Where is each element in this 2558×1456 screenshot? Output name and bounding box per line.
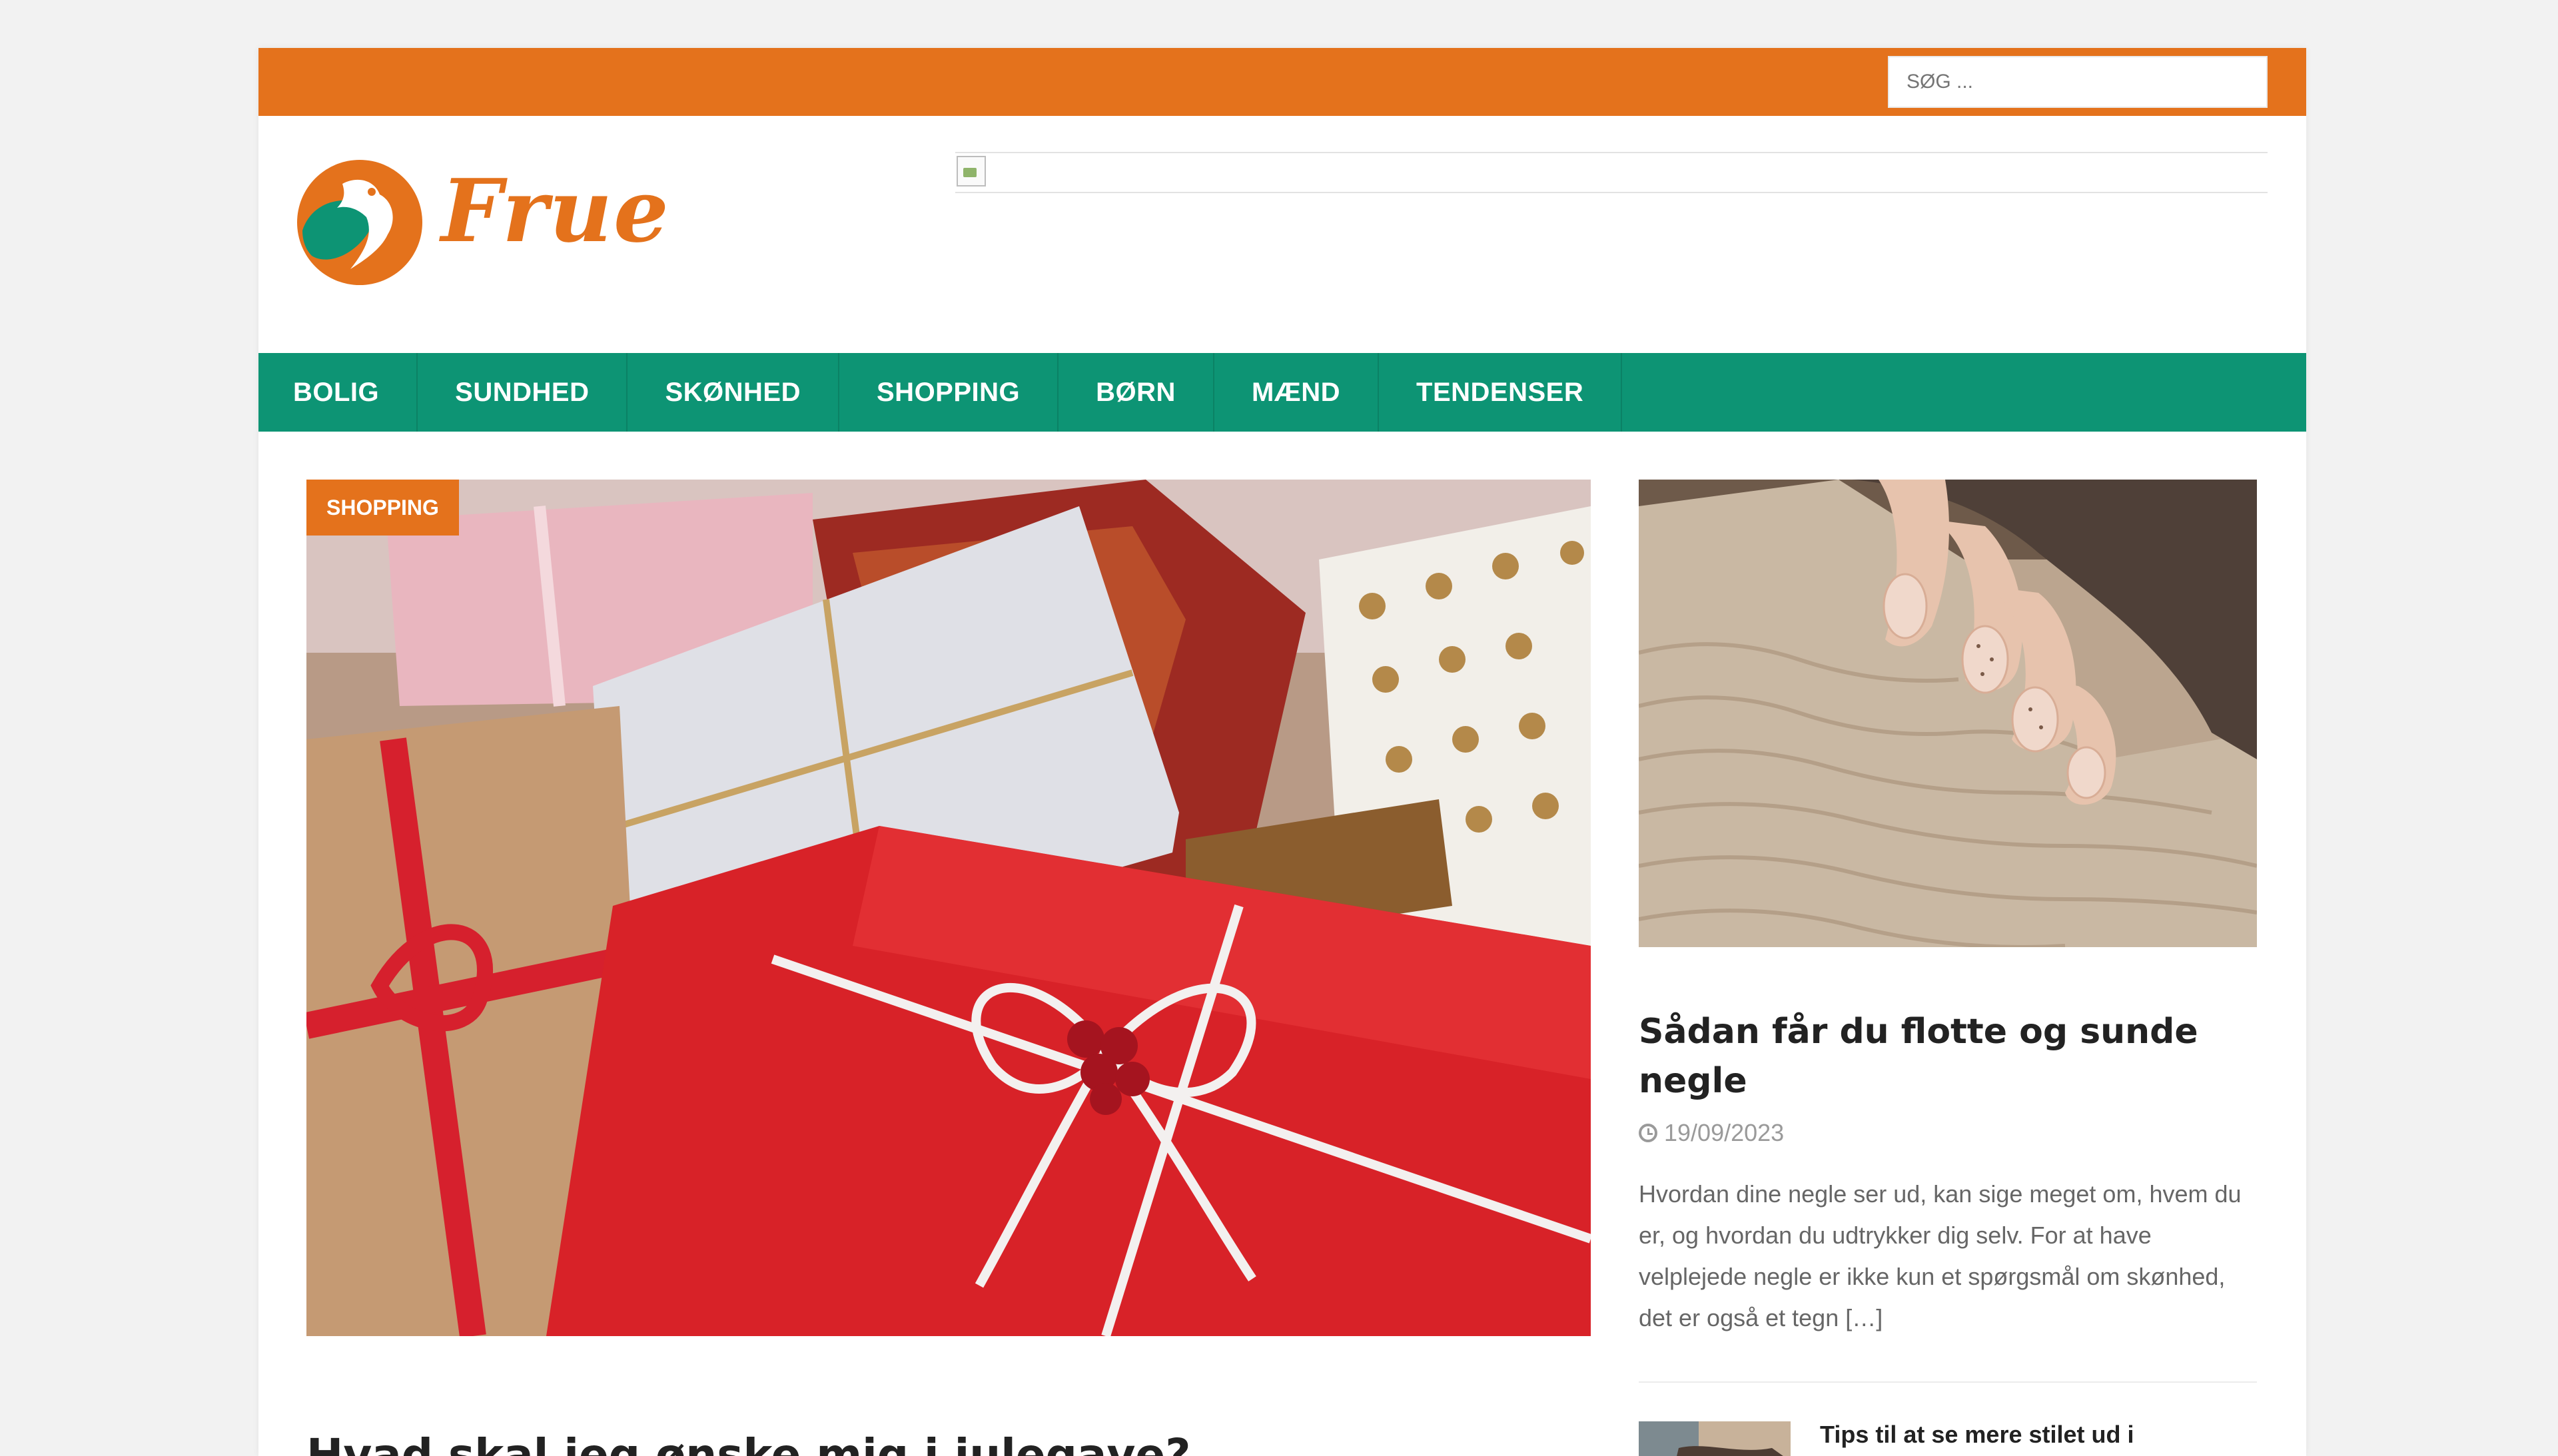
nav-item-skonhed[interactable]: SKØNHED bbox=[628, 353, 839, 432]
style-thumbnail-photo bbox=[1639, 1421, 1791, 1456]
featured-image[interactable] bbox=[306, 480, 1591, 1336]
category-badge[interactable]: SHOPPING bbox=[306, 480, 459, 536]
knitted-sweater-nails-photo bbox=[1639, 480, 2257, 947]
nav-item-tendenser[interactable]: TENDENSER bbox=[1379, 353, 1623, 432]
ad-banner[interactable] bbox=[955, 152, 2268, 193]
main-nav: BOLIG SUNDHED SKØNHED SHOPPING BØRN MÆND… bbox=[258, 353, 2306, 432]
logo-wordmark: Frue bbox=[441, 160, 670, 262]
broken-image-icon bbox=[957, 156, 986, 186]
nav-item-bolig[interactable]: BOLIG bbox=[258, 353, 418, 432]
side-post-date: 19/09/2023 bbox=[1639, 1119, 1784, 1147]
side-post-title[interactable]: Sådan får du flotte og sunde negle bbox=[1639, 1007, 2257, 1106]
nav-item-born[interactable]: BØRN bbox=[1059, 353, 1214, 432]
top-bar bbox=[258, 48, 2306, 116]
nav-item-shopping[interactable]: SHOPPING bbox=[839, 353, 1059, 432]
side-post-excerpt: Hvordan dine negle ser ud, kan sige mege… bbox=[1639, 1180, 2242, 1331]
site-logo[interactable]: Frue bbox=[293, 156, 669, 296]
nav-item-sundhed[interactable]: SUNDHED bbox=[418, 353, 628, 432]
featured-title[interactable]: Hvad skal jeg ønske mig i julegave? bbox=[306, 1433, 1591, 1456]
clock-icon bbox=[1639, 1124, 1657, 1142]
small-post-thumbnail[interactable] bbox=[1639, 1421, 1791, 1456]
small-post-title[interactable]: Tips til at se mere stilet ud i hverdage… bbox=[1820, 1416, 2246, 1456]
divider bbox=[1639, 1381, 2257, 1383]
search-input[interactable] bbox=[1888, 56, 2268, 108]
christmas-gifts-photo bbox=[306, 480, 1591, 1336]
side-post-date-text: 19/09/2023 bbox=[1664, 1119, 1785, 1146]
bird-leaf-icon bbox=[297, 160, 422, 285]
page-container: Frue BOLIG SUNDHED SKØNHED SHOPPING BØRN… bbox=[258, 48, 2306, 1456]
nav-item-maend[interactable]: MÆND bbox=[1214, 353, 1380, 432]
side-post-image[interactable] bbox=[1639, 480, 2257, 947]
